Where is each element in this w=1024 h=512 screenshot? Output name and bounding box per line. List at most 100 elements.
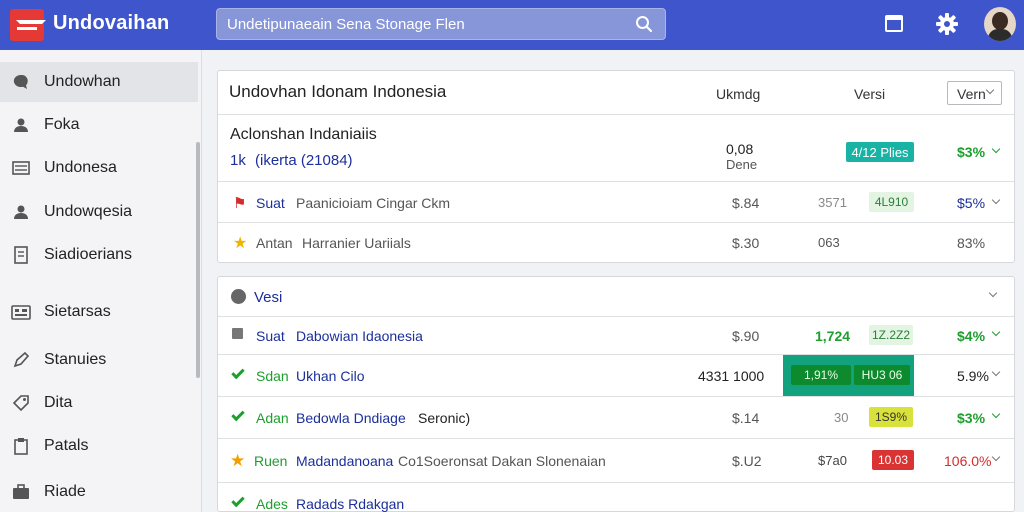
sidebar-item-label: Siadioerians: [44, 246, 133, 263]
table-row[interactable]: ★ Antan Harranier Uariials $.30 063 83%: [218, 223, 1014, 263]
check-icon: [231, 407, 245, 422]
chevron-down-icon[interactable]: [988, 288, 998, 298]
row-name: Bedowla Dndiage: [296, 410, 406, 426]
sidebar-item-undowhan[interactable]: Undowhan: [0, 62, 198, 102]
star-icon: ★: [233, 235, 248, 252]
search-icon[interactable]: [635, 15, 653, 33]
row-pct: $3%: [957, 410, 986, 426]
card-title: Undovhan Idonam Indonesia: [229, 82, 447, 101]
sidebar-scrollbar[interactable]: [196, 142, 200, 378]
chevron-down-icon[interactable]: [991, 409, 1001, 419]
gear-icon[interactable]: [935, 12, 959, 36]
chevron-down-icon[interactable]: [991, 327, 1001, 337]
row-pct: 106.0%: [944, 453, 992, 469]
row-badge: 4L910: [869, 192, 914, 212]
row-price: $.90: [732, 328, 760, 344]
sidebar-item-label: Patals: [44, 437, 89, 454]
version-select[interactable]: Vern: [947, 81, 1002, 105]
row-name: Harranier Uariials: [302, 235, 411, 251]
sidebar-item-patals[interactable]: Patals: [0, 426, 198, 466]
star-icon: ★: [230, 451, 246, 470]
row-badge: 10.03: [872, 450, 914, 470]
row-stat: 1,91%: [791, 365, 851, 385]
briefcase-icon: [11, 482, 31, 502]
sidebar-item-riade[interactable]: Riade: [0, 472, 198, 512]
sidebar-item-sietarsas[interactable]: Sietarsas: [0, 292, 198, 332]
chevron-down-icon[interactable]: [991, 195, 1001, 205]
sidebar-item-label: Sietarsas: [44, 303, 111, 320]
check-icon: [231, 365, 245, 380]
table-row[interactable]: Suat Dabowian Idaonesia $.90 1,724 1Z.2Z…: [218, 317, 1014, 355]
app-logo[interactable]: [10, 9, 46, 41]
sidebar-item-foka[interactable]: Foka: [0, 105, 198, 145]
table-row[interactable]: Sdan Ukhan Cilo 4331 1000 1,91% HU3 06 5…: [218, 355, 1014, 397]
row-name: Ukhan Cilo: [296, 368, 365, 384]
row-pct: 83%: [957, 235, 986, 251]
sidebar-item-label: Undowqesia: [44, 203, 133, 220]
tag-icon: [11, 393, 31, 413]
version-select-value: Vern: [957, 86, 986, 102]
row-badge: 1Z.2Z2: [869, 325, 913, 345]
row-name: Dabowian Idaonesia: [296, 328, 423, 344]
sidebar: Undowhan Foka Undonesa Undowqesia Siadio…: [0, 50, 202, 512]
sidebar-item-label: Riade: [44, 483, 86, 500]
column-header-version[interactable]: Versi: [854, 86, 885, 102]
sidebar-item-label: Undonesa: [44, 159, 117, 176]
row-stat: 063: [818, 235, 840, 250]
sidebar-item-undonesa[interactable]: Undonesa: [0, 148, 198, 188]
table-row[interactable]: Adan Bedowla Dndiage Seronic) $.14 30 1S…: [218, 397, 1014, 439]
row-price: 4331 1000: [698, 368, 765, 384]
card-header[interactable]: Vesi: [218, 277, 1014, 317]
row-price: $.30: [732, 235, 760, 251]
chevron-down-icon[interactable]: [991, 452, 1001, 462]
table-row[interactable]: Ades Radads Rdakgan: [218, 483, 1014, 512]
table-row[interactable]: ★ Ruen Madandanoana Co1Soeronsat Dakan S…: [218, 439, 1014, 483]
flag-icon: ⚑: [233, 195, 247, 212]
table-row[interactable]: ⚑ Suat Paanicioiam Cingar Ckm $.84 3571 …: [218, 182, 1014, 223]
versions-card: Vesi Suat Dabowian Idaonesia $.90 1,724 …: [217, 276, 1015, 512]
row-code: Adan: [256, 410, 289, 426]
results-card: Undovhan Idonam Indonesia Ukmdg Versi Ve…: [217, 70, 1015, 263]
row-code: Antan: [256, 235, 293, 251]
column-header-ranking[interactable]: Ukmdg: [716, 86, 760, 102]
sidebar-item-label: Foka: [44, 116, 80, 133]
pen-icon: [11, 350, 31, 370]
top-bar: Undovaihan: [0, 0, 1024, 50]
row-code: Ruen: [254, 453, 288, 469]
info-icon: [231, 289, 246, 304]
row-price: $.84: [732, 195, 760, 211]
featured-row[interactable]: Aclonshan Indaniaiis 1k (ikerta (21084) …: [218, 115, 1014, 182]
sidebar-item-label: Dita: [44, 394, 73, 411]
featured-badge: 4/12 Plies: [846, 142, 914, 162]
sidebar-item-label: Stanuies: [44, 351, 107, 368]
row-code: Suat: [256, 328, 285, 344]
chevron-down-icon[interactable]: [991, 367, 1001, 377]
chevron-down-icon: [985, 85, 995, 95]
card-header: Undovhan Idonam Indonesia Ukmdg Versi Ve…: [218, 71, 1014, 115]
row-code: Suat: [256, 195, 285, 211]
chevron-down-icon[interactable]: [991, 144, 1001, 154]
package-icon: [232, 328, 243, 339]
row-price: $.14: [732, 410, 760, 426]
featured-sub-prefix: 1k: [230, 152, 246, 169]
window-icon[interactable]: [885, 15, 903, 32]
sidebar-item-siadioerians[interactable]: Siadioerians: [0, 235, 198, 275]
search-input[interactable]: [227, 16, 627, 33]
chat-icon: [11, 72, 31, 92]
check-icon: [231, 493, 245, 508]
user-avatar[interactable]: [984, 7, 1016, 41]
sidebar-item-stanuies[interactable]: Stanuies: [0, 340, 198, 380]
featured-sub-text: (ikerta (21084): [255, 152, 353, 169]
sidebar-item-undowqesia[interactable]: Undowqesia: [0, 192, 198, 232]
search-box[interactable]: [216, 8, 666, 40]
card-title: Vesi: [254, 289, 283, 306]
featured-value-sub: Dene: [726, 157, 758, 172]
sidebar-item-dita[interactable]: Dita: [0, 383, 198, 423]
row-price: $.U2: [732, 453, 762, 469]
row-name: Radads Rdakgan: [296, 496, 405, 512]
featured-name: Aclonshan Indaniaiis: [230, 126, 377, 143]
row-stat: 30: [834, 410, 849, 425]
row-badge: HU3 06: [854, 365, 910, 385]
calculator-icon: [11, 302, 31, 322]
row-pct: 5.9%: [957, 368, 989, 384]
